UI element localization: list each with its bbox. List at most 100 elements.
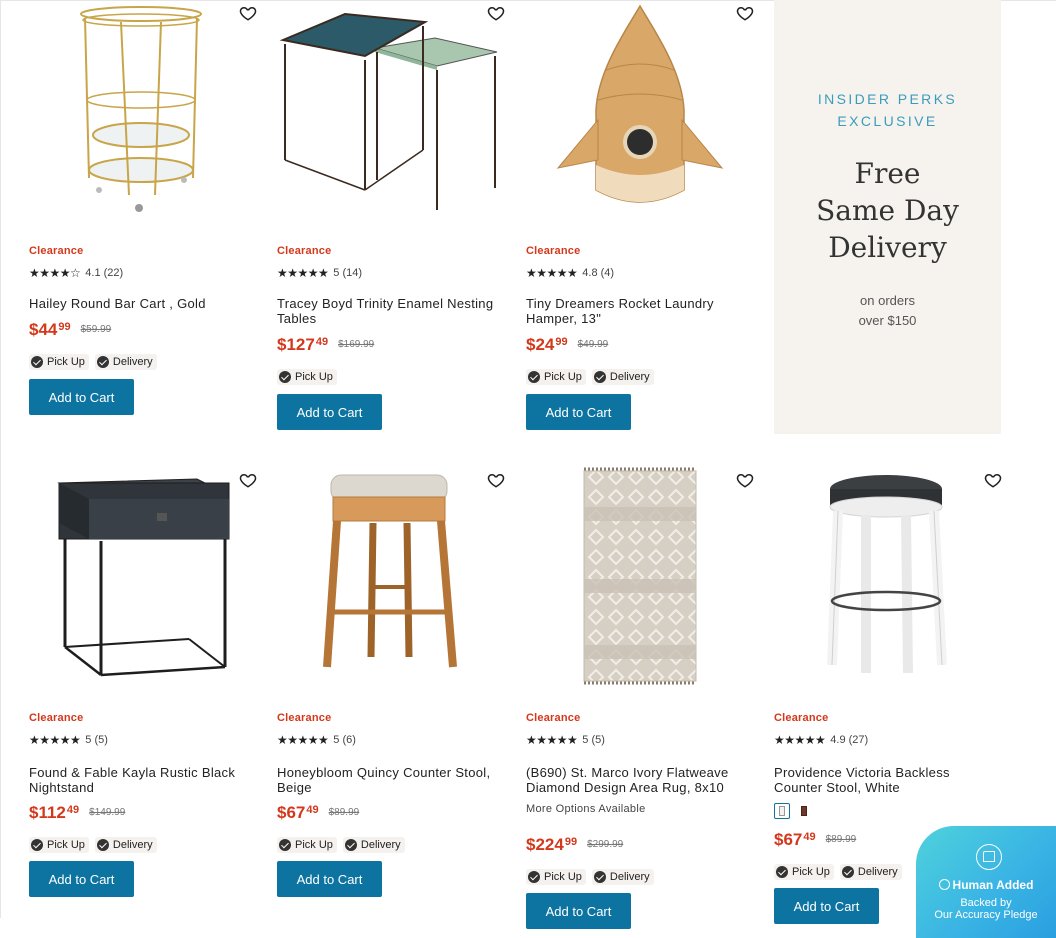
add-to-cart-button[interactable]: Add to Cart <box>277 394 382 430</box>
fulfillment-options: Pick Up Delivery <box>277 837 405 853</box>
rating-count: 4.8 (4) <box>582 267 615 279</box>
wishlist-heart-icon[interactable] <box>736 4 754 22</box>
check-icon <box>528 371 540 383</box>
price-row: $112 49 $149.99 <box>29 803 125 823</box>
rating[interactable]: ★★★★★ 5 (6) <box>277 733 356 747</box>
add-to-cart-button[interactable]: Add to Cart <box>277 861 382 897</box>
star-rating-icon: ★★★★★ <box>774 733 826 747</box>
rating[interactable]: ★★★★★ 5 (5) <box>29 733 108 747</box>
product-image-backless-stool-white[interactable] <box>774 467 1002 692</box>
star-rating-icon: ★★★★★ <box>277 266 329 280</box>
pickup-chip: Pick Up <box>526 869 586 885</box>
clearance-badge: Clearance <box>29 712 84 724</box>
swatch-brown[interactable] <box>796 803 812 819</box>
delivery-chip: Delivery <box>839 864 902 880</box>
clearance-badge: Clearance <box>774 712 829 724</box>
add-to-cart-button[interactable]: Add to Cart <box>29 861 134 897</box>
sale-price: $24 99 <box>526 335 568 354</box>
home-icon <box>976 844 1002 870</box>
clearance-badge: Clearance <box>526 245 581 257</box>
rating-count: 5 (5) <box>85 734 108 746</box>
clearance-badge: Clearance <box>277 712 332 724</box>
sale-price: $67 49 <box>774 830 816 849</box>
delivery-chip: Delivery <box>94 354 157 370</box>
fulfillment-options: Pick Up Delivery <box>29 354 157 370</box>
accuracy-pledge-badge[interactable]: Human Added Backed by Our Accuracy Pledg… <box>916 826 1056 938</box>
rating[interactable]: ★★★★★ 5 (5) <box>526 733 605 747</box>
check-icon <box>528 871 540 883</box>
product-image-nightstand[interactable] <box>29 467 257 692</box>
wishlist-heart-icon[interactable] <box>239 4 257 22</box>
delivery-chip: Delivery <box>342 837 405 853</box>
product-name[interactable]: Tiny Dreamers Rocket Laundry Hamper, 13" <box>526 296 754 326</box>
check-icon <box>593 871 606 883</box>
fulfillment-options: Pick Up Delivery <box>526 369 654 385</box>
wishlist-heart-icon[interactable] <box>487 4 505 22</box>
check-icon <box>96 839 109 851</box>
original-price: $89.99 <box>825 834 857 845</box>
check-icon <box>279 839 291 851</box>
product-name[interactable]: Honeybloom Quincy Counter Stool, Beige <box>277 765 505 795</box>
add-to-cart-button[interactable]: Add to Cart <box>29 379 134 415</box>
sale-price: $224 99 <box>526 835 578 854</box>
clearance-badge: Clearance <box>526 712 581 724</box>
more-options-link[interactable]: More Options Available <box>526 803 646 815</box>
sale-price: $44 99 <box>29 320 71 339</box>
star-rating-icon: ★★★★☆ <box>29 266 81 280</box>
color-swatches <box>774 803 812 819</box>
promo-subtext: on orders over $150 <box>858 293 917 328</box>
pickup-chip: Pick Up <box>526 369 586 385</box>
price-row: $44 99 $59.99 <box>29 320 111 340</box>
original-price: $89.99 <box>328 807 360 818</box>
rating-count: 4.1 (22) <box>85 267 124 279</box>
product-image-rocket-hamper[interactable] <box>526 0 754 225</box>
wishlist-heart-icon[interactable] <box>984 471 1002 489</box>
product-image-area-rug[interactable] <box>526 467 754 692</box>
product-image-counter-stool-beige[interactable] <box>277 467 505 692</box>
star-rating-icon: ★★★★★ <box>526 733 578 747</box>
promo-headline: Free Same Day Delivery <box>816 157 959 264</box>
check-icon <box>31 839 43 851</box>
product-name[interactable]: Hailey Round Bar Cart , Gold <box>29 296 206 311</box>
rating-count: 5 (14) <box>333 267 363 279</box>
pickup-chip: Pick Up <box>29 837 89 853</box>
star-rating-icon: ★★★★★ <box>526 266 578 280</box>
swatch-white[interactable] <box>774 803 790 819</box>
product-image-bar-cart[interactable] <box>29 0 257 225</box>
rating-count: 5 (5) <box>582 734 605 746</box>
pickup-chip: Pick Up <box>277 369 337 385</box>
product-image-nesting-tables[interactable] <box>277 0 505 225</box>
check-icon <box>776 866 788 878</box>
product-name[interactable]: Providence Victoria Backless Counter Sto… <box>774 765 1002 795</box>
add-to-cart-button[interactable]: Add to Cart <box>526 893 631 929</box>
wishlist-heart-icon[interactable] <box>487 471 505 489</box>
original-price: $59.99 <box>80 324 112 335</box>
fulfillment-options: Pick Up Delivery <box>526 869 654 885</box>
product-name[interactable]: Found & Fable Kayla Rustic Black Nightst… <box>29 765 257 795</box>
rating[interactable]: ★★★★★ 5 (14) <box>277 266 362 280</box>
wishlist-heart-icon[interactable] <box>239 471 257 489</box>
add-to-cart-button[interactable]: Add to Cart <box>526 394 631 430</box>
delivery-chip: Delivery <box>591 869 654 885</box>
check-icon <box>31 356 43 368</box>
promo-tile-free-delivery[interactable]: INSIDER PERKS EXCLUSIVE Free Same Day De… <box>774 0 1001 434</box>
wishlist-heart-icon[interactable] <box>736 471 754 489</box>
price-row: $67 49 $89.99 <box>277 803 359 823</box>
add-to-cart-button[interactable]: Add to Cart <box>774 888 879 924</box>
price-row: $24 99 $49.99 <box>526 335 608 355</box>
product-name[interactable]: Tracey Boyd Trinity Enamel Nesting Table… <box>277 296 505 326</box>
rating[interactable]: ★★★★☆ 4.1 (22) <box>29 266 123 280</box>
original-price: $149.99 <box>89 807 126 818</box>
price-row: $224 99 $299.99 <box>526 835 623 855</box>
rating[interactable]: ★★★★★ 4.9 (27) <box>774 733 868 747</box>
check-circle-icon <box>938 879 950 890</box>
sale-price: $127 49 <box>277 335 329 354</box>
rating[interactable]: ★★★★★ 4.8 (4) <box>526 266 614 280</box>
product-name[interactable]: (B690) St. Marco Ivory Flatweave Diamond… <box>526 765 754 795</box>
pledge-title: Human Added <box>916 878 1056 892</box>
sale-price: $67 49 <box>277 803 319 822</box>
pledge-subtitle: Backed by Our Accuracy Pledge <box>934 897 1038 921</box>
clearance-badge: Clearance <box>29 245 84 257</box>
check-icon <box>593 371 606 383</box>
pickup-chip: Pick Up <box>29 354 89 370</box>
